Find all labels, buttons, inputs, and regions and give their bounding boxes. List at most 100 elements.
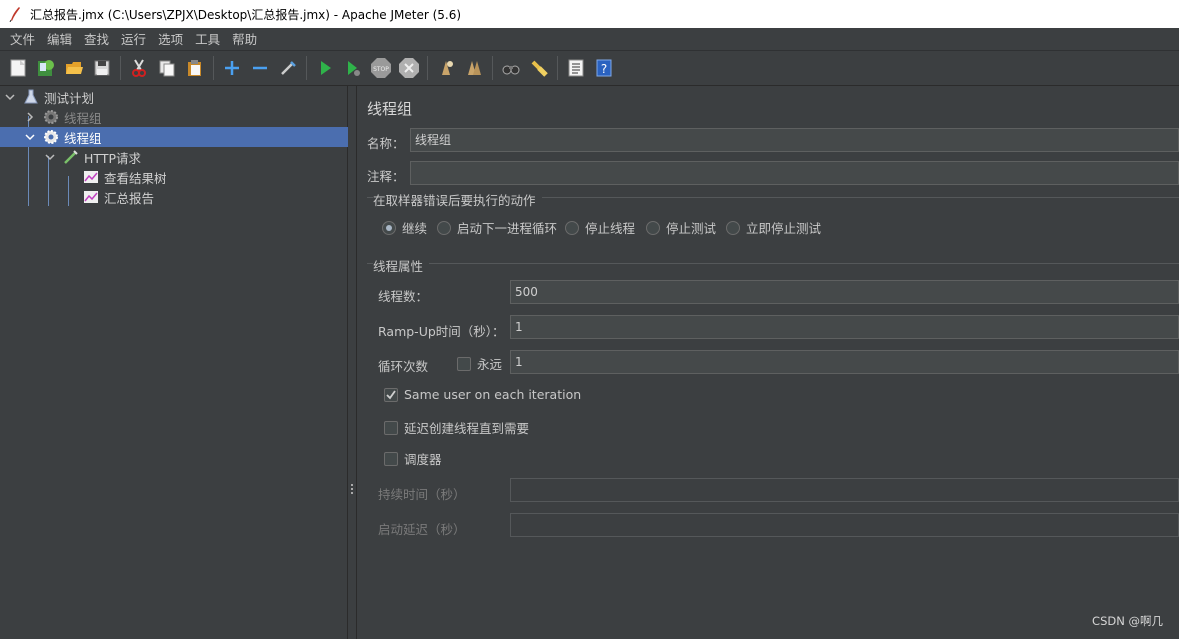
delay-thread-creation-checkbox[interactable]: 延迟创建线程直到需要: [384, 418, 529, 437]
thread-props-title: 线程属性: [373, 256, 430, 275]
menu-help[interactable]: 帮助: [226, 28, 263, 51]
stop-icon[interactable]: STOP: [369, 56, 393, 80]
radio-label: 立即停止测试: [746, 221, 822, 236]
window-title-bar: 汇总报告.jmx (C:\Users\ZPJX\Desktop\汇总报告.jmx…: [0, 0, 1179, 28]
jmeter-feather-icon: [9, 7, 20, 22]
radio-label: 停止测试: [666, 221, 717, 236]
checkbox-label: 延迟创建线程直到需要: [404, 421, 530, 436]
panel-splitter[interactable]: [348, 86, 357, 639]
checkbox-label: 调度器: [404, 452, 442, 467]
test-plan-icon: [22, 88, 40, 106]
splitter-grip-icon[interactable]: [351, 484, 354, 496]
threads-input[interactable]: 500: [510, 280, 1179, 304]
radio-dot[interactable]: [382, 220, 396, 235]
checkbox-box[interactable]: [457, 356, 471, 371]
collapse-icon[interactable]: [248, 56, 272, 80]
checkmark-icon: [386, 389, 396, 399]
svg-text:?: ?: [601, 62, 607, 76]
radio-dot[interactable]: [565, 220, 579, 235]
chevron-down-icon[interactable]: [44, 151, 56, 163]
radio-dot[interactable]: [437, 220, 451, 235]
startup-delay-input[interactable]: [510, 513, 1179, 537]
checkbox-box[interactable]: [384, 420, 398, 435]
tree-item-http-request[interactable]: HTTP请求: [0, 147, 348, 167]
checkbox-box[interactable]: [384, 451, 398, 466]
radio-dot[interactable]: [646, 220, 660, 235]
tree-item-label: 汇总报告: [104, 190, 155, 206]
tree-item-thread-group[interactable]: 线程组: [0, 127, 348, 147]
duration-input[interactable]: [510, 478, 1179, 502]
tree-item-label: 查看结果树: [104, 170, 167, 186]
radio-start-next-loop[interactable]: 启动下一进程循环: [437, 218, 557, 237]
expand-icon[interactable]: [220, 56, 244, 80]
radio-dot[interactable]: [726, 220, 740, 235]
svg-text:STOP: STOP: [373, 66, 389, 73]
shutdown-icon[interactable]: [397, 56, 421, 80]
tree-item-label: HTTP请求: [84, 150, 141, 166]
tree-item-label: 线程组: [64, 110, 102, 126]
duration-label: 持续时间（秒）: [378, 487, 466, 502]
start-no-pause-icon[interactable]: [341, 56, 365, 80]
test-plan-tree: 测试计划 线程组 线程组 HTTP请求 查看结果树 汇总报告: [0, 86, 348, 639]
open-icon[interactable]: [62, 56, 86, 80]
start-icon[interactable]: [313, 56, 337, 80]
radio-stop-test[interactable]: 停止测试: [646, 218, 716, 237]
radio-label: 启动下一进程循环: [457, 221, 558, 236]
rampup-input[interactable]: 1: [510, 315, 1179, 339]
menu-file[interactable]: 文件: [4, 28, 41, 51]
tree-item-test-plan[interactable]: 测试计划: [0, 87, 348, 107]
clear-all-icon[interactable]: [462, 56, 486, 80]
toolbar-separator: [120, 56, 121, 80]
comment-input[interactable]: [410, 161, 1179, 185]
toolbar: STOP ?: [0, 51, 1179, 86]
new-icon[interactable]: [6, 56, 30, 80]
toolbar-separator: [213, 56, 214, 80]
radio-label: 停止线程: [585, 221, 636, 236]
scheduler-checkbox[interactable]: 调度器: [384, 449, 442, 468]
checkbox-label: Same user on each iteration: [404, 387, 582, 402]
loop-count-input[interactable]: 1: [510, 350, 1179, 374]
tree-item-label: 测试计划: [44, 90, 95, 106]
help-icon[interactable]: ?: [592, 56, 616, 80]
listener-icon: [82, 188, 100, 206]
menu-edit[interactable]: 编辑: [41, 28, 78, 51]
chevron-down-icon[interactable]: [4, 91, 16, 103]
tree-item-thread-group-disabled[interactable]: 线程组: [0, 107, 348, 127]
menu-run[interactable]: 运行: [115, 28, 152, 51]
comment-label: 注释：: [367, 169, 405, 184]
name-input[interactable]: 线程组: [410, 128, 1179, 152]
checkbox-box[interactable]: [384, 387, 398, 402]
tree-item-summary-report[interactable]: 汇总报告: [0, 187, 348, 207]
paste-icon[interactable]: [183, 56, 207, 80]
menu-tools[interactable]: 工具: [189, 28, 226, 51]
group-border: [367, 263, 1179, 264]
menu-options[interactable]: 选项: [152, 28, 189, 51]
chevron-right-icon[interactable]: [24, 111, 36, 123]
function-helper-icon[interactable]: [564, 56, 588, 80]
clear-icon[interactable]: [434, 56, 458, 80]
toolbar-separator: [427, 56, 428, 80]
toggle-icon[interactable]: [276, 56, 300, 80]
radio-continue[interactable]: 继续: [382, 218, 427, 237]
copy-icon[interactable]: [155, 56, 179, 80]
threads-label: 线程数：: [378, 289, 429, 304]
listener-icon: [82, 168, 100, 186]
search-icon[interactable]: [499, 56, 523, 80]
toolbar-separator: [492, 56, 493, 80]
cut-icon[interactable]: [127, 56, 151, 80]
gear-icon: [42, 108, 60, 126]
menu-search[interactable]: 查找: [78, 28, 115, 51]
chevron-down-icon[interactable]: [24, 131, 36, 143]
radio-stop-test-now[interactable]: 立即停止测试: [726, 218, 821, 237]
radio-stop-thread[interactable]: 停止线程: [565, 218, 635, 237]
save-icon[interactable]: [90, 56, 114, 80]
forever-checkbox[interactable]: 永远: [457, 354, 502, 373]
tree-item-view-results-tree[interactable]: 查看结果树: [0, 167, 348, 187]
templates-icon[interactable]: [34, 56, 58, 80]
radio-label: 继续: [402, 221, 428, 236]
watermark: CSDN @啊几: [1092, 614, 1163, 628]
loop-label: 循环次数: [378, 359, 429, 374]
reset-search-icon[interactable]: [527, 56, 551, 80]
same-user-checkbox[interactable]: Same user on each iteration: [384, 387, 581, 402]
tree-item-label: 线程组: [64, 130, 102, 146]
